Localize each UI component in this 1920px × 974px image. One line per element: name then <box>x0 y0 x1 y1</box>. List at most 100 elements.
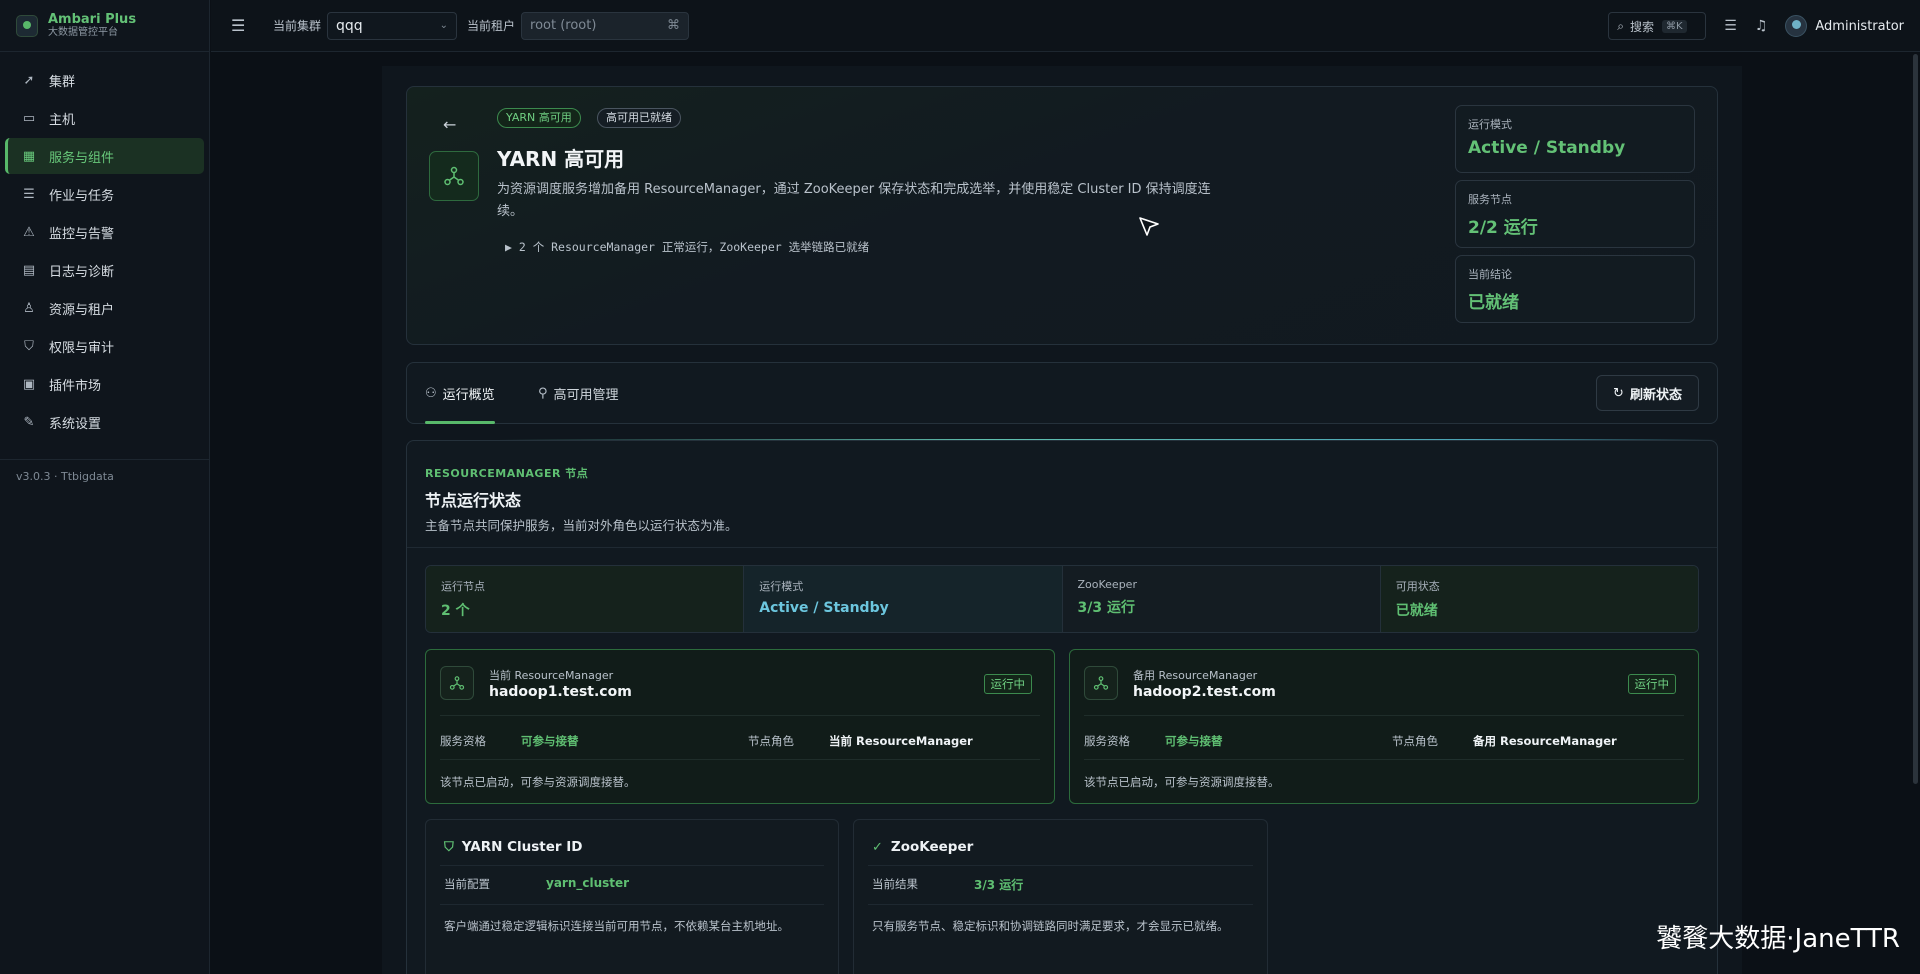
sidebar-item-settings[interactable]: ✎ 系统设置 <box>5 404 204 440</box>
stat-run-mode: 运行模式 Active / Standby <box>1455 105 1695 173</box>
monitor-icon: ▭ <box>22 110 36 126</box>
search-icon: ⌕ <box>1617 18 1624 33</box>
user-name[interactable]: Administrator <box>1815 19 1904 34</box>
search-shortcut: ⌘K <box>1662 19 1687 33</box>
stat-conclusion: 当前结论 已就绪 <box>1455 255 1695 323</box>
section-title: 节点运行状态 <box>425 491 522 510</box>
sidebar-item-resources[interactable]: ♙ 资源与租户 <box>5 290 204 326</box>
node-note: 该节点已启动，可参与资源调度接替。 <box>440 775 636 789</box>
section-kicker: RESOURCEMANAGER 节点 <box>425 467 589 480</box>
brand[interactable]: Ambari Plus 大数据管控平台 <box>0 0 209 52</box>
summary-value: 3/3 运行 <box>1077 600 1135 616</box>
task-list-icon[interactable]: ☰ <box>1724 18 1737 34</box>
plugin-icon: ▣ <box>22 376 36 392</box>
search-button[interactable]: ⌕ 搜索 ⌘K <box>1608 12 1707 40</box>
sidebar-item-logs[interactable]: ▤ 日志与诊断 <box>5 252 204 288</box>
users-icon: ♙ <box>23 300 35 316</box>
zookeeper-card: ✓ ZooKeeper 当前结果 3/3 运行 只有服务节点、稳定标识和协调链路… <box>853 819 1268 974</box>
refresh-label: 刷新状态 <box>1629 387 1682 403</box>
rocket-icon: ➚ <box>23 72 35 88</box>
collapse-menu-icon[interactable]: ☰ <box>231 16 251 35</box>
sidebar-item-label: 日志与诊断 <box>49 264 115 280</box>
cluster-select-value: qqq <box>336 17 363 34</box>
network-icon: ⚲ <box>538 385 548 401</box>
info-value: 3/3 运行 <box>974 878 1024 892</box>
summary-zookeeper: ZooKeeper 3/3 运行 <box>1062 566 1381 632</box>
divider <box>440 715 1040 716</box>
sidebar-item-label: 监控与告警 <box>49 226 115 242</box>
sidebar-item-jobs[interactable]: ☰ 作业与任务 <box>5 176 204 212</box>
stat-service-nodes: 服务节点 2/2 运行 <box>1455 180 1695 248</box>
grid-icon: ▦ <box>22 148 36 164</box>
sidebar-item-cluster[interactable]: ➚ 集群 <box>5 62 204 98</box>
resourcemanager-node-card: 当前 ResourceManager hadoop1.test.com 运行中 … <box>425 649 1055 804</box>
tab-ha-management[interactable]: ⚲ 高可用管理 <box>538 363 619 423</box>
avatar[interactable] <box>1785 15 1808 37</box>
node-subtitle: 当前 ResourceManager <box>489 669 614 682</box>
sidebar-nav: ➚ 集群 ▭ 主机 ▦ 服务与组件 ☰ 作业与任务 ⚠ 监控与告警 ▤ 日志与诊断 ♙ 资源与… <box>0 52 209 440</box>
version-label: v3.0.3 · Ttbigdata <box>16 470 114 483</box>
summary-value: 已就绪 <box>1395 603 1438 619</box>
sidebar-item-monitoring[interactable]: ⚠ 监控与告警 <box>5 214 204 250</box>
tabs-bar: ⚇ 运行概览 ⚲ 高可用管理 ↻ 刷新状态 <box>406 362 1718 424</box>
sidebar-item-plugins[interactable]: ▣ 插件市场 <box>5 366 204 402</box>
tenant-field[interactable]: root (root) ⌘ <box>521 11 690 40</box>
topbar-right: ⌕ 搜索 ⌘K ☰ ♫ Administrator <box>1608 0 1920 52</box>
resourcemanager-node-card: 备用 ResourceManager hadoop2.test.com 运行中 … <box>1069 649 1699 804</box>
page-title: YARN 高可用 <box>497 147 625 171</box>
sidebar-divider <box>0 459 210 460</box>
role-label: 节点角色 <box>1392 734 1438 748</box>
status-badge: 运行中 <box>983 674 1032 694</box>
summary-value: 2 个 <box>441 603 470 619</box>
summary-value: Active / Standby <box>759 600 889 616</box>
divider <box>440 865 824 866</box>
refresh-status-button[interactable]: ↻ 刷新状态 <box>1596 375 1699 411</box>
topology-icon: ⚇ <box>425 385 437 401</box>
ha-network-icon <box>429 151 479 201</box>
summary-label: 可用状态 <box>1395 580 1440 593</box>
node-note: 该节点已启动，可参与资源调度接替。 <box>1084 775 1280 789</box>
divider <box>868 904 1253 905</box>
shield-icon: ⛉ <box>24 338 34 354</box>
section-description: 主备节点共同保护服务，当前对外角色以运行状态为准。 <box>425 518 738 533</box>
sidebar-item-permissions[interactable]: ⛉ 权限与审计 <box>5 328 204 364</box>
sidebar-item-label: 插件市场 <box>49 378 102 394</box>
stat-label: 运行模式 <box>1468 118 1512 131</box>
eligibility-label: 服务资格 <box>1084 734 1130 748</box>
info-key: 当前结果 <box>872 877 918 891</box>
watermark: 饕餮大数据·JaneTTR <box>1656 924 1900 954</box>
stat-label: 服务节点 <box>1468 193 1512 206</box>
sidebar: Ambari Plus 大数据管控平台 ➚ 集群 ▭ 主机 ▦ 服务与组件 ☰ 作业与任… <box>0 0 210 974</box>
status-detail-toggle[interactable]: ▶ 2 个 ResourceManager 正常运行，ZooKeeper 选举链… <box>505 239 869 255</box>
node-status-section: RESOURCEMANAGER 节点 节点运行状态 主备节点共同保护服务，当前对… <box>406 440 1718 974</box>
info-title: ⛉ YARN Cluster ID <box>444 839 582 855</box>
list-icon: ☰ <box>23 186 35 202</box>
tab-overview[interactable]: ⚇ 运行概览 <box>425 363 495 424</box>
info-title-text: YARN Cluster ID <box>461 839 583 855</box>
back-arrow-icon[interactable]: ← <box>443 115 456 134</box>
wrench-icon: ✎ <box>23 414 35 430</box>
sidebar-item-hosts[interactable]: ▭ 主机 <box>5 100 204 136</box>
summary-availability: 可用状态 已就绪 <box>1380 566 1698 632</box>
cluster-label: 当前集群 <box>273 19 322 33</box>
sidebar-item-label: 作业与任务 <box>49 188 115 204</box>
shield-check-icon: ⛉ <box>444 839 454 855</box>
stat-label: 当前结论 <box>1468 268 1512 281</box>
sidebar-item-label: 服务与组件 <box>49 150 115 166</box>
sidebar-item-services[interactable]: ▦ 服务与组件 <box>5 138 204 174</box>
yarn-ha-tag: YARN 高可用 <box>497 108 581 128</box>
cluster-id-card: ⛉ YARN Cluster ID 当前配置 yarn_cluster 客户端通… <box>425 819 839 974</box>
sidebar-item-label: 集群 <box>49 74 76 90</box>
eligibility-value: 可参与接替 <box>521 734 579 748</box>
summary-strip: 运行节点 2 个 运行模式 Active / Standby ZooKeeper… <box>425 565 1699 633</box>
scrollbar[interactable] <box>1913 54 1918 784</box>
bell-icon[interactable]: ♫ <box>1755 18 1768 34</box>
info-value: yarn_cluster <box>546 876 630 890</box>
cluster-select[interactable]: qqq ⌄ <box>327 11 458 40</box>
tenant-tree-icon: ⌘ <box>667 18 681 33</box>
search-label: 搜索 <box>1629 19 1654 34</box>
stat-value: Active / Standby <box>1468 138 1626 158</box>
summary-label: ZooKeeper <box>1077 578 1137 591</box>
tab-label: 运行概览 <box>442 387 495 403</box>
node-subtitle: 备用 ResourceManager <box>1133 669 1258 682</box>
